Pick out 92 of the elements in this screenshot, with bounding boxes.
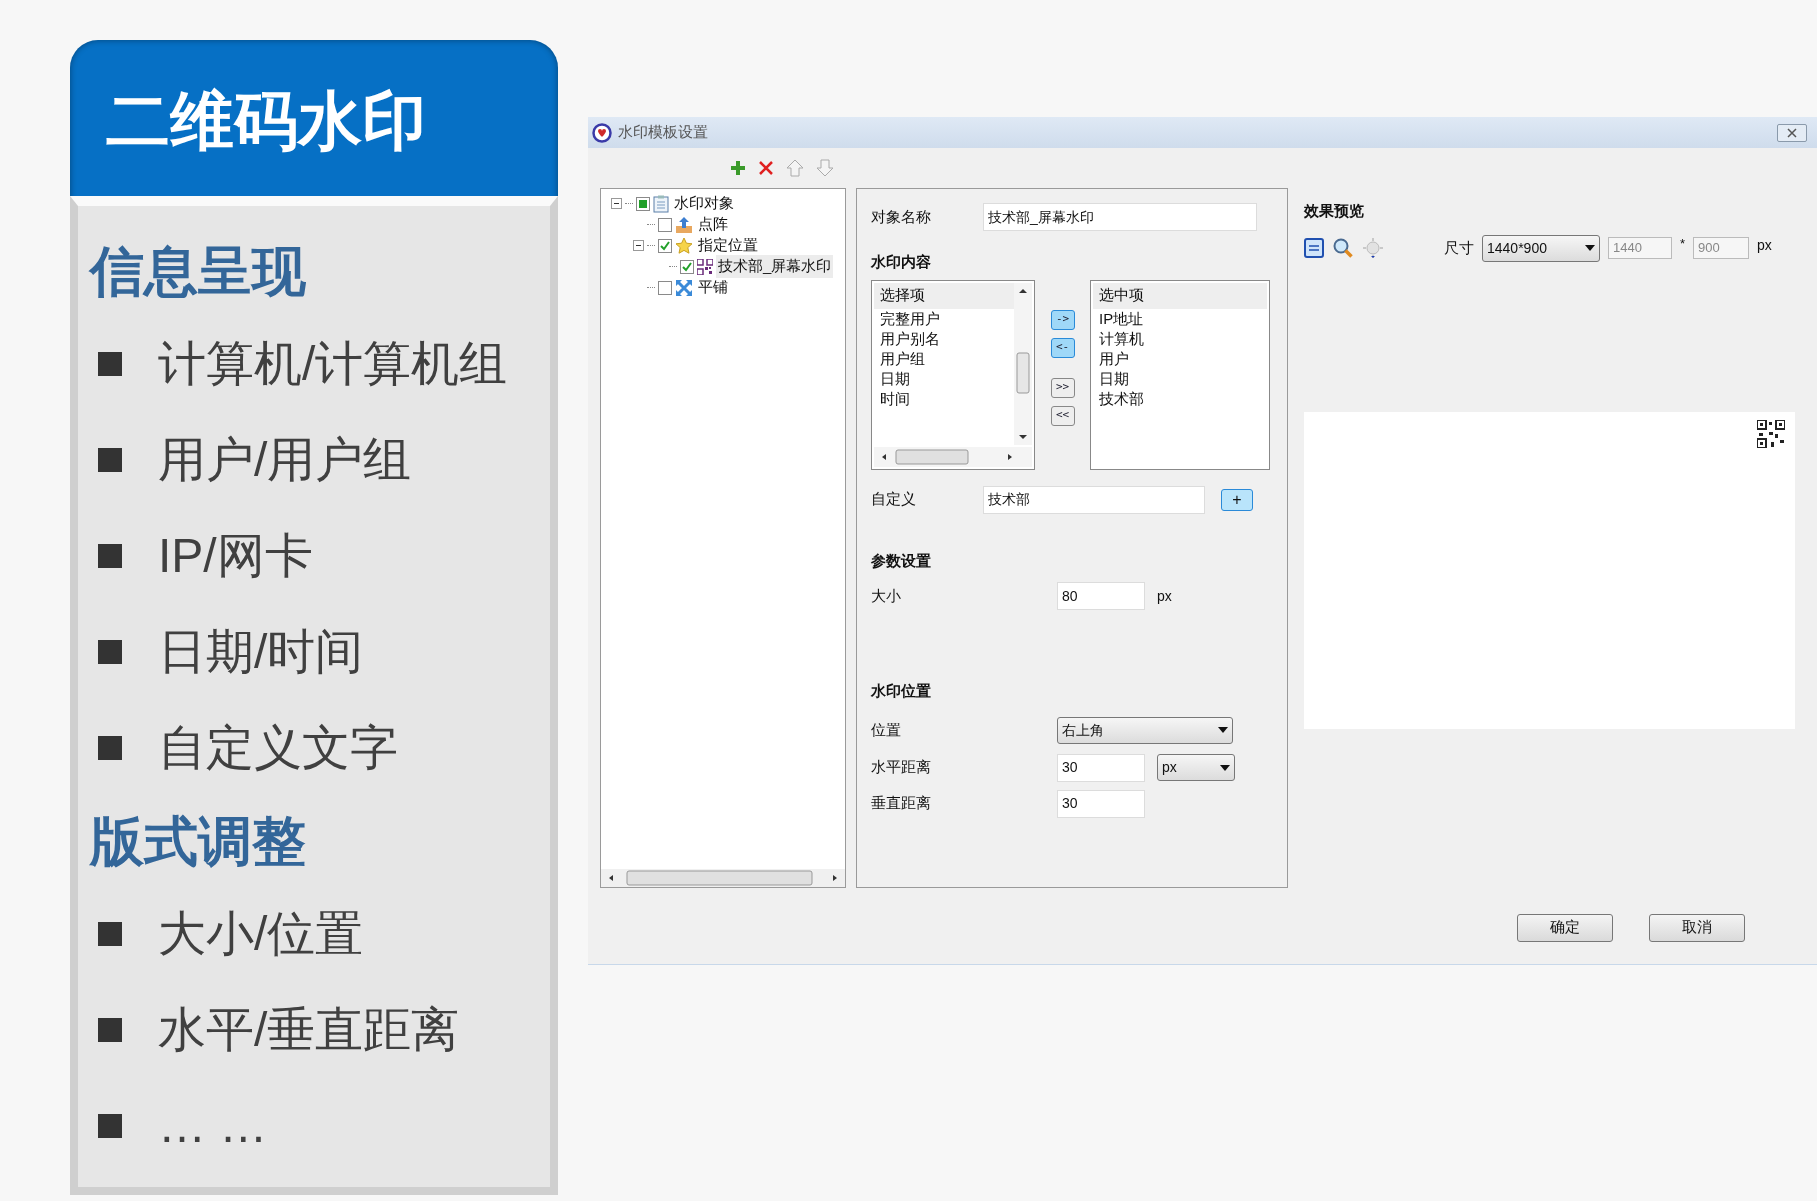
tree-checkbox[interactable] — [658, 280, 672, 295]
bullet-item: IP/网卡 — [158, 528, 313, 584]
bullet-item: 计算机/计算机组 — [158, 336, 508, 392]
add-button[interactable]: + — [1221, 488, 1253, 511]
app-logo-icon — [592, 122, 612, 143]
clipboard-icon — [653, 194, 669, 213]
tree-item[interactable]: 水印对象 — [672, 192, 736, 215]
delete-icon[interactable] — [758, 160, 774, 176]
down-arrow-icon[interactable] — [816, 159, 834, 177]
move-button[interactable]: <- — [1050, 337, 1075, 358]
horizontal-scrollbar[interactable] — [874, 446, 1032, 467]
unit-label: px — [1757, 235, 1772, 255]
position-dropdown[interactable]: 右上角 — [1057, 716, 1233, 744]
expand-arrows-icon — [675, 278, 693, 297]
dialog-button[interactable]: 确定 — [1517, 913, 1613, 942]
list-item[interactable]: 用户 — [1093, 348, 1267, 369]
list-item[interactable]: 日期 — [874, 368, 1014, 389]
custom-text-field[interactable]: 技术部 — [983, 485, 1205, 514]
list-item[interactable]: IP地址 — [1093, 308, 1267, 329]
section-heading: 水印位置 — [871, 681, 932, 701]
bullet-icon — [98, 1018, 122, 1042]
bullet-icon — [98, 922, 122, 946]
field-label: 大小 — [871, 585, 902, 606]
bullet-item: 用户/用户组 — [158, 432, 412, 488]
section-heading: 效果预览 — [1304, 201, 1365, 221]
tree-item[interactable]: 平铺 — [696, 276, 730, 299]
bullet-item: 大小/位置 — [158, 906, 364, 962]
tree-checkbox[interactable] — [636, 196, 650, 211]
list-header: 选择项 — [874, 282, 1014, 309]
unit-dropdown[interactable]: px — [1157, 754, 1235, 781]
add-icon[interactable] — [730, 160, 746, 176]
bullet-icon — [98, 640, 122, 664]
list-item[interactable]: 用户组 — [874, 348, 1014, 369]
list-item[interactable]: 计算机 — [1093, 328, 1267, 349]
horizontal-distance-field[interactable]: 30 — [1057, 753, 1145, 782]
section-heading: 版式调整 — [90, 810, 307, 873]
close-button[interactable] — [1777, 123, 1807, 142]
caret-icon — [1220, 764, 1230, 771]
bullet-icon — [98, 1114, 122, 1138]
field-label: 水平距离 — [871, 757, 932, 778]
vertical-scrollbar[interactable] — [1014, 282, 1032, 445]
tree-checkbox[interactable] — [658, 238, 672, 253]
field-label: 垂直距离 — [871, 793, 932, 814]
upload-icon — [675, 215, 693, 234]
unit-label: px — [1157, 586, 1172, 606]
tree-toggle[interactable] — [633, 240, 644, 251]
list-item[interactable]: 日期 — [1093, 368, 1267, 389]
section-heading: 信息呈现 — [90, 240, 307, 303]
bullet-icon — [98, 352, 122, 376]
search-icon[interactable] — [1332, 237, 1354, 259]
star-icon — [675, 236, 693, 255]
field-label: 自定义 — [871, 489, 917, 510]
list-item[interactable]: 时间 — [874, 388, 1014, 409]
move-button[interactable]: -> — [1050, 309, 1075, 330]
tree-toggle[interactable] — [611, 198, 622, 209]
bullet-item: 水平/垂直距离 — [158, 1002, 460, 1058]
bullet-icon — [98, 544, 122, 568]
object-name-field[interactable]: 技术部_屏幕水印 — [983, 203, 1257, 231]
size-field[interactable]: 80 — [1057, 582, 1145, 610]
horizontal-scrollbar[interactable] — [601, 869, 845, 887]
list-item[interactable]: 用户别名 — [874, 328, 1014, 349]
list-header: 选中项 — [1093, 282, 1267, 309]
caret-icon — [1585, 245, 1595, 251]
list-item[interactable]: 完整用户 — [874, 308, 1014, 329]
caret-icon — [1218, 727, 1228, 733]
qr-code-icon — [697, 258, 713, 275]
tree-item[interactable]: 技术部_屏幕水印 — [716, 255, 834, 278]
qr-code-icon — [1757, 419, 1785, 448]
slide-title: 二维码水印 — [106, 89, 426, 153]
vertical-distance-field[interactable]: 30 — [1057, 789, 1145, 818]
times-sign: * — [1680, 235, 1686, 254]
tree-item[interactable]: 点阵 — [696, 213, 730, 236]
size-dropdown[interactable]: 1440*900 — [1482, 234, 1600, 262]
tree-checkbox[interactable] — [680, 259, 694, 274]
bullet-item: 日期/时间 — [158, 624, 364, 680]
bullet-item: 自定义文字 — [158, 720, 398, 776]
window-icon[interactable] — [1304, 238, 1324, 258]
window-title: 水印模板设置 — [618, 122, 708, 143]
bullet-item: … … — [158, 1098, 268, 1154]
up-arrow-icon[interactable] — [786, 159, 804, 177]
dialog-button[interactable]: 取消 — [1649, 913, 1745, 942]
field-label: 对象名称 — [871, 206, 932, 227]
field-label: 位置 — [871, 719, 902, 740]
bullet-icon — [98, 736, 122, 760]
section-heading: 参数设置 — [871, 550, 932, 571]
field-label: 尺寸 — [1444, 237, 1474, 258]
tree-checkbox[interactable] — [658, 217, 672, 232]
bullet-icon — [98, 448, 122, 472]
tree-item[interactable]: 指定位置 — [696, 234, 760, 257]
close-icon — [1787, 127, 1797, 138]
list-item[interactable]: 技术部 — [1093, 388, 1267, 409]
section-heading: 水印内容 — [871, 252, 932, 272]
